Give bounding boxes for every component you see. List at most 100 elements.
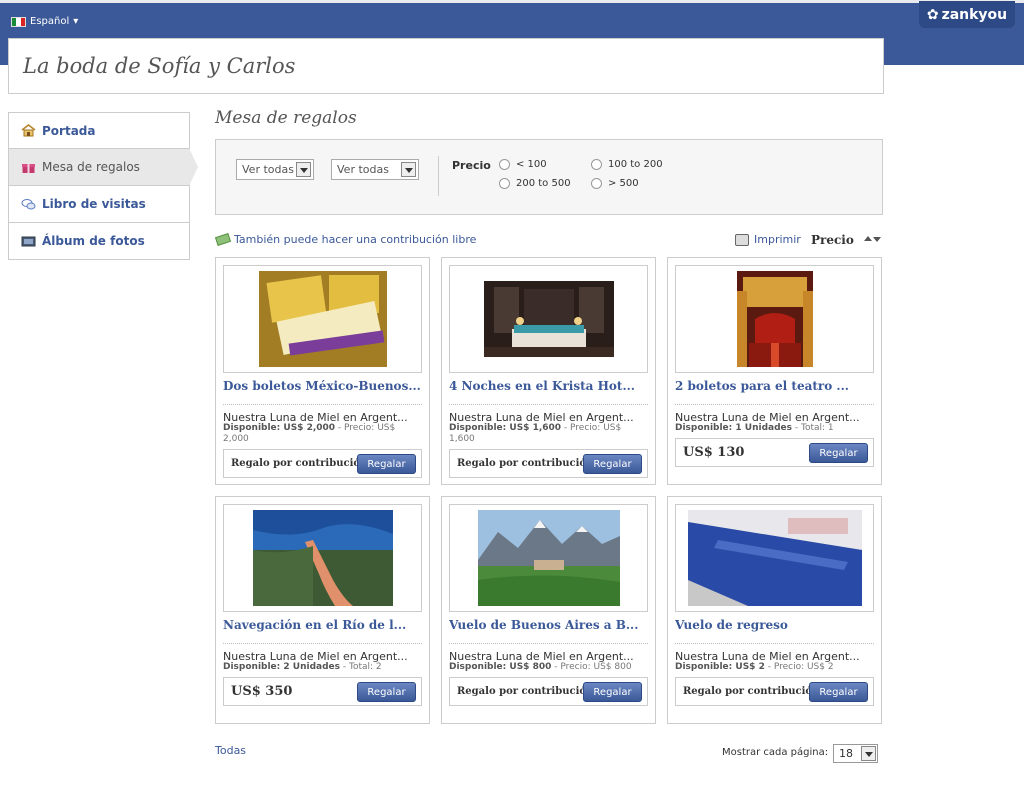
photo-album-icon [21,236,36,246]
gift-availability: Disponible: US$ 800 - Precio: US$ 800 [449,662,649,673]
contribution-type-label: Regalo por contribución [457,458,594,469]
regalar-button[interactable]: Regalar [583,454,642,474]
gift-availability: Disponible: US$ 1,600 - Precio: US$ 1,60… [449,423,649,445]
category-select-value: Ver todas [242,163,294,176]
contribution-type-label: Regalo por contribución [457,686,594,697]
gift-image-frame[interactable] [223,265,422,373]
gift-card: 4 Noches en el Krista Hot... Nuestra Lun… [441,257,656,485]
gift-card: Navegación en el Río de l... Nuestra Lun… [215,496,430,724]
chevron-down-icon [861,746,876,761]
sidebar-item-label: Álbum de fotos [42,234,145,248]
availability-detail: - Total: 1 [792,423,834,433]
caret-down-icon: ▾ [73,16,79,27]
contribution-type-label: Regalo por contribución [231,458,368,469]
availability-label: Disponible: US$ 1,600 [449,423,562,433]
free-contribution-link[interactable]: También puede hacer una contribución lib… [214,233,477,246]
brand-logo[interactable]: ✿ zankyou [919,1,1015,28]
gift-image-frame[interactable] [675,504,874,612]
divider [449,404,648,405]
sidebar-item-libro-de-visitas[interactable]: Libro de visitas [8,186,190,223]
divider [438,156,439,196]
radio-icon [499,178,510,189]
gift-image-frame[interactable] [223,504,422,612]
gift-image-frame[interactable] [449,265,648,373]
gift-availability: Disponible: US$ 2 - Precio: US$ 2 [675,662,875,673]
category-select[interactable]: Ver todas [236,159,314,180]
regalar-button[interactable]: Regalar [809,682,868,702]
gift-action-bar: US$ 130 Regalar [675,438,874,467]
mexico-flag-icon [11,16,26,27]
gift-availability: Disponible: 1 Unidades - Total: 1 [675,423,875,434]
gift-action-bar: Regalo por contribución Regalar [223,449,422,478]
regalar-button[interactable]: Regalar [809,443,868,463]
availability-label: Disponible: 1 Unidades [675,423,793,433]
availability-detail: - Total: 2 [340,662,382,672]
price-radio-200-500[interactable]: 200 to 500 [499,178,571,189]
mountain-lake-photo [477,510,620,606]
gift-action-bar: Regalo por contribución Regalar [675,677,874,706]
gift-name-link[interactable]: Navegación en el Río de l... [223,618,423,632]
sidebar-item-portada[interactable]: Portada [8,112,190,149]
sort-ascending-icon[interactable] [864,236,872,241]
page-title: La boda de Sofía y Carlos [23,54,296,78]
boarding-pass-photo [687,510,862,606]
price-filter-label: Precio [452,159,491,172]
gift-image-frame[interactable] [675,265,874,373]
language-label: Español [30,16,70,27]
gift-card: Vuelo de Buenos Aires a B... Nuestra Lun… [441,496,656,724]
divider [675,404,874,405]
sort-descending-icon[interactable] [873,237,881,242]
filter-panel: Ver todas Ver todas Precio < 100 100 to … [215,139,883,215]
regalar-button[interactable]: Regalar [583,682,642,702]
price-radio-100-200[interactable]: 100 to 200 [591,159,663,170]
radio-icon [591,178,602,189]
price-radio-under-100[interactable]: < 100 [499,159,547,170]
sort-toggle[interactable] [864,236,881,242]
house-icon [21,124,36,137]
gift-icon [22,163,35,173]
print-link[interactable]: Imprimir [735,233,801,246]
gift-name-link[interactable]: Dos boletos México-Buenos... [223,379,423,393]
brand-name: zankyou [941,6,1008,23]
availability-label: Disponible: US$ 800 [449,662,552,672]
chevron-down-icon [401,162,416,177]
contribution-type-label: Regalo por contribución [683,686,820,697]
availability-label: Disponible: 2 Unidades [223,662,341,672]
radio-label: 100 to 200 [608,159,663,170]
type-select-value: Ver todas [337,163,389,176]
divider [223,404,422,405]
gift-image-frame[interactable] [449,504,648,612]
regalar-button[interactable]: Regalar [357,682,416,702]
gift-action-bar: US$ 350 Regalar [223,677,422,706]
per-page-select[interactable]: 18 [833,744,878,763]
gift-availability: Disponible: US$ 2,000 - Precio: US$ 2,00… [223,423,423,445]
gift-name-link[interactable]: 4 Noches en el Krista Hot... [449,379,649,393]
theater-photo [736,271,813,367]
gift-price: US$ 350 [231,684,293,699]
gift-name-link[interactable]: Vuelo de regreso [675,618,875,632]
sidebar-item-album-de-fotos[interactable]: Álbum de fotos [8,223,190,260]
radio-icon [499,159,510,170]
sidebar-item-mesa-de-regalos[interactable]: Mesa de regalos [8,148,198,186]
regalar-button[interactable]: Regalar [357,454,416,474]
radio-label: 200 to 500 [516,178,571,189]
all-items-link[interactable]: Todas [215,744,246,757]
language-selector[interactable]: Español ▾ [11,16,78,27]
printer-icon [735,233,749,246]
gift-name-link[interactable]: 2 boletos para el teatro ... [675,379,875,393]
gift-action-bar: Regalo por contribución Regalar [449,449,648,478]
sidebar-nav: Portada Mesa de regalos Libro de visitas… [8,112,198,260]
sidebar-item-label: Mesa de regalos [42,160,140,174]
radio-label: > 500 [608,178,639,189]
availability-detail: - Precio: US$ 800 [551,662,632,672]
price-radio-over-500[interactable]: > 500 [591,178,639,189]
gift-price: US$ 130 [683,445,745,460]
per-page-label: Mostrar cada página: [722,747,829,758]
top-strip [0,0,1024,3]
gift-name-link[interactable]: Vuelo de Buenos Aires a B... [449,618,649,632]
free-contribution-label: También puede hacer una contribución lib… [234,233,477,246]
gift-action-bar: Regalo por contribución Regalar [449,677,648,706]
section-title: Mesa de regalos [215,108,357,128]
radio-label: < 100 [516,159,547,170]
type-select[interactable]: Ver todas [331,159,419,180]
